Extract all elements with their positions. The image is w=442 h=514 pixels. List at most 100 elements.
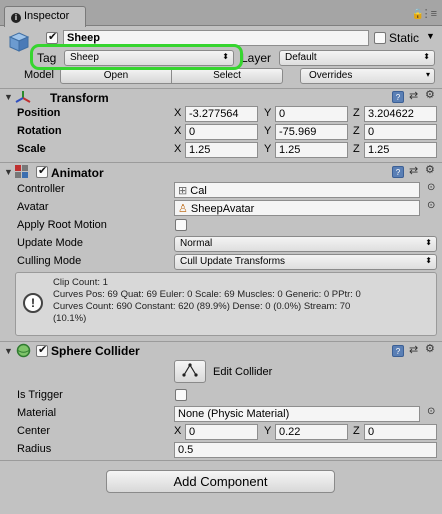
foldout-arrow-icon[interactable]: ▼ <box>4 167 13 177</box>
layer-value: Default <box>285 52 317 63</box>
scale-z-field[interactable]: 1.25 <box>364 142 437 158</box>
layer-dropdown[interactable]: Default ⬍ <box>279 50 435 66</box>
avatar-label: Avatar <box>17 201 49 213</box>
avatar-value: SheepAvatar <box>190 203 255 215</box>
update-mode-value: Normal <box>180 238 213 249</box>
sphere-collider-enabled-checkbox[interactable] <box>36 343 48 357</box>
is-trigger-label: Is Trigger <box>17 389 63 401</box>
center-y-field[interactable]: 0.22 <box>275 424 348 440</box>
avatar-icon: ♙ <box>178 203 191 215</box>
animator-info-text: Clip Count: 1 Curves Pos: 69 Quat: 69 Eu… <box>53 277 361 325</box>
transform-title: Transform <box>50 91 109 105</box>
menu-dots-icon[interactable]: ⋮≡ <box>421 7 437 20</box>
help-icon[interactable]: ? <box>392 91 404 103</box>
gear-icon[interactable]: ⚙ <box>425 342 435 355</box>
center-z-field[interactable]: 0 <box>364 424 437 440</box>
rotation-x-label[interactable]: X <box>174 125 181 137</box>
help-icon[interactable]: ? <box>392 345 404 357</box>
object-picker-icon[interactable]: ⊙ <box>427 406 435 417</box>
rotation-y-field[interactable]: -75.969 <box>275 124 348 140</box>
chevron-down-icon: ▾ <box>425 70 430 79</box>
controller-value: Cal <box>190 185 207 197</box>
animator-enabled-checkbox[interactable] <box>36 164 48 178</box>
position-y-field[interactable]: 0 <box>275 106 348 122</box>
select-button[interactable]: Select <box>171 68 283 84</box>
apply-root-motion-checkbox[interactable] <box>175 219 187 231</box>
update-mode-dropdown[interactable]: Normal ⬍ <box>174 236 437 252</box>
rotation-y-label[interactable]: Y <box>264 125 271 137</box>
rotation-x-field[interactable]: 0 <box>185 124 258 140</box>
overrides-dropdown[interactable]: Overrides ▾ <box>300 68 435 84</box>
add-component-button[interactable]: Add Component <box>106 470 335 493</box>
edit-collider-icon <box>182 363 198 377</box>
presets-icon[interactable]: ⇄ <box>409 89 418 102</box>
tab-label: Inspector <box>24 10 70 22</box>
material-field[interactable]: None (Physic Material) <box>174 406 420 422</box>
animator-title: Animator <box>51 166 104 180</box>
avatar-field[interactable]: ♙ SheepAvatar <box>174 200 420 216</box>
static-checkbox[interactable] <box>374 32 386 44</box>
info-icon: ! <box>23 293 43 313</box>
info-line: Clip Count: 1 <box>53 277 108 288</box>
updown-arrow-icon: ⬍ <box>425 238 432 247</box>
radius-field[interactable]: 0.5 <box>174 442 437 458</box>
transform-icon <box>15 90 31 104</box>
updown-arrow-icon: ⬍ <box>425 256 432 265</box>
controller-label: Controller <box>17 183 65 195</box>
position-y-label[interactable]: Y <box>264 107 271 119</box>
animator-icon <box>15 165 29 178</box>
model-label: Model <box>24 69 54 81</box>
divider <box>0 460 442 461</box>
center-z-label[interactable]: Z <box>353 425 360 437</box>
culling-mode-dropdown[interactable]: Cull Update Transforms ⬍ <box>174 254 437 270</box>
center-x-label[interactable]: X <box>174 425 181 437</box>
object-picker-icon[interactable]: ⊙ <box>427 200 435 211</box>
position-x-field[interactable]: -3.277564 <box>185 106 258 122</box>
scale-x-field[interactable]: 1.25 <box>185 142 258 158</box>
presets-icon[interactable]: ⇄ <box>409 343 418 356</box>
help-icon[interactable]: ? <box>392 166 404 178</box>
info-line: Curves Count: 690 Constant: 620 (89.9%) … <box>53 301 351 312</box>
update-mode-label: Update Mode <box>17 237 84 249</box>
position-z-label[interactable]: Z <box>353 107 360 119</box>
presets-icon[interactable]: ⇄ <box>409 164 418 177</box>
edit-collider-button[interactable] <box>174 360 206 383</box>
edit-collider-label: Edit Collider <box>213 366 273 378</box>
material-label: Material <box>17 407 57 419</box>
static-label: Static <box>389 31 420 45</box>
overrides-value: Overrides <box>309 70 353 81</box>
sphere-collider-icon <box>16 343 31 358</box>
object-picker-icon[interactable]: ⊙ <box>427 182 435 193</box>
tab-inspector[interactable]: i Inspector <box>4 6 86 27</box>
scale-z-label[interactable]: Z <box>353 143 360 155</box>
rotation-z-field[interactable]: 0 <box>364 124 437 140</box>
info-icon: i <box>11 13 21 23</box>
foldout-arrow-icon[interactable]: ▼ <box>4 92 13 102</box>
scale-y-label[interactable]: Y <box>264 143 271 155</box>
foldout-arrow-icon[interactable]: ▼ <box>4 346 13 356</box>
open-button[interactable]: Open <box>60 68 172 84</box>
rotation-label: Rotation <box>17 125 62 137</box>
culling-mode-value: Cull Update Transforms <box>180 256 286 267</box>
updown-arrow-icon: ⬍ <box>423 52 430 61</box>
gear-icon[interactable]: ⚙ <box>425 88 435 101</box>
center-x-field[interactable]: 0 <box>185 424 258 440</box>
info-line: Curves Pos: 69 Quat: 69 Euler: 0 Scale: … <box>53 289 361 300</box>
culling-mode-label: Culling Mode <box>17 255 82 267</box>
controller-icon: ⊞ <box>178 185 191 197</box>
is-trigger-checkbox[interactable] <box>175 389 187 401</box>
position-z-field[interactable]: 3.204622 <box>364 106 437 122</box>
apply-root-motion-label: Apply Root Motion <box>17 219 107 231</box>
gear-icon[interactable]: ⚙ <box>425 163 435 176</box>
static-dropdown-arrow-icon[interactable]: ▼ <box>426 31 435 41</box>
center-y-label[interactable]: Y <box>264 425 271 437</box>
scale-x-label[interactable]: X <box>174 143 181 155</box>
rotation-z-label[interactable]: Z <box>353 125 360 137</box>
controller-field[interactable]: ⊞ Cal <box>174 182 420 198</box>
radius-label: Radius <box>17 443 52 455</box>
tag-highlight-outline <box>30 44 243 70</box>
gameobject-active-checkbox[interactable] <box>46 30 58 44</box>
sphere-collider-title: Sphere Collider <box>51 344 140 358</box>
scale-y-field[interactable]: 1.25 <box>275 142 348 158</box>
position-x-label[interactable]: X <box>174 107 181 119</box>
